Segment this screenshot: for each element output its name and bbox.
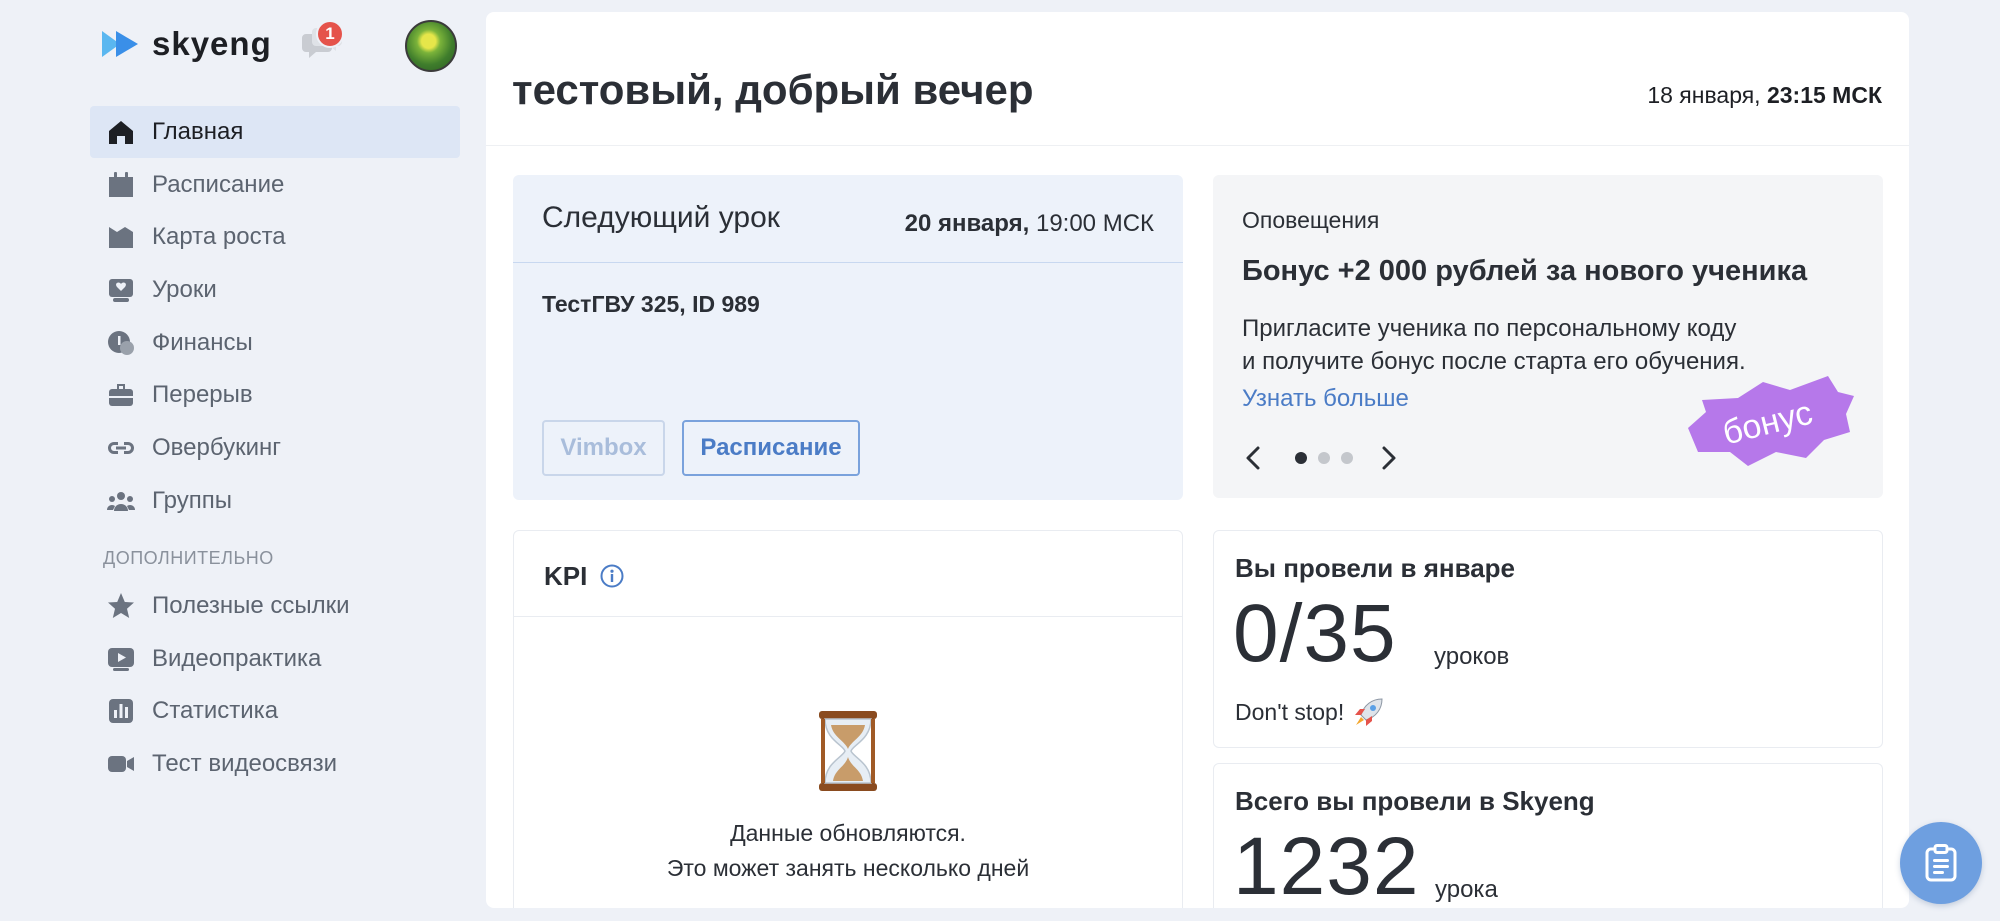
schedule-button[interactable]: Расписание (682, 420, 860, 476)
notification-title: Бонус +2 000 рублей за нового ученика (1242, 255, 1808, 287)
bonus-sticker-icon: бонус (1688, 376, 1854, 466)
sidebar-item-schedule[interactable]: Расписание (90, 159, 460, 211)
sidebar-item-useful-links[interactable]: Полезные ссылки (90, 580, 460, 632)
sidebar-item-overbooking[interactable]: Овербукинг (90, 422, 460, 474)
main-nav: Главная Расписание Карта роста Уроки Фин… (90, 106, 460, 528)
growth-map-icon (106, 222, 136, 252)
kpi-message-line: Это может занять несколько дней (666, 855, 1030, 881)
extra-nav: Полезные ссылки Видеопрактика Статистика… (90, 580, 460, 791)
logo-mark-icon (102, 31, 138, 57)
coins-icon (106, 328, 136, 358)
page-title: тестовый, добрый вечер (512, 66, 1034, 113)
notifications-label: Оповещения (1242, 207, 1380, 233)
sidebar-item-statistics[interactable]: Статистика (90, 685, 460, 737)
sidebar: skyeng 1 Главная Расписание Карта роста (0, 0, 470, 921)
info-icon[interactable] (599, 563, 625, 589)
logo-text: skyeng (152, 25, 272, 62)
header-divider (486, 145, 1909, 146)
sidebar-item-label: Группы (152, 486, 232, 514)
home-icon (106, 117, 136, 147)
monthly-lessons-title: Вы провели в январе (1235, 553, 1516, 583)
kpi-header: KPI (514, 531, 1182, 617)
total-lessons-value: 1232 (1233, 821, 1420, 908)
sidebar-item-growth-map[interactable]: Карта роста (90, 211, 460, 263)
next-lesson-header: Следующий урок 20 января, 19:00 МСК (513, 175, 1183, 263)
next-lesson-date: 20 января, (904, 210, 1030, 237)
sidebar-item-label: Финансы (152, 328, 253, 356)
kpi-card: KPI Данные обновляются. Это может занять… (513, 530, 1183, 908)
camera-icon (106, 749, 136, 779)
sidebar-item-lessons[interactable]: Уроки (90, 264, 460, 316)
sidebar-item-label: Овербукинг (152, 434, 281, 462)
motivation-text: Don't stop! (1235, 695, 1386, 729)
carousel-prev-icon[interactable] (1239, 443, 1269, 473)
next-lesson-title: Следующий урок (542, 201, 780, 234)
notification-text-line: Пригласите ученика по персональному коду (1242, 315, 1737, 342)
sidebar-item-groups[interactable]: Группы (90, 475, 460, 527)
notifications-card: Оповещения Бонус +2 000 рублей за нового… (1213, 175, 1883, 498)
rocket-icon (1355, 698, 1383, 726)
monthly-lessons-card: Вы провели в январе 0/35 уроков Don't st… (1213, 530, 1883, 748)
kpi-title: KPI (544, 561, 588, 591)
sidebar-item-label: Статистика (152, 697, 279, 725)
carousel-next-icon[interactable] (1373, 443, 1403, 473)
current-date: 18 января, (1647, 82, 1761, 108)
video-play-icon (106, 644, 136, 674)
lessons-icon (106, 275, 136, 305)
calendar-icon (106, 170, 136, 200)
carousel-dot[interactable] (1295, 452, 1307, 464)
total-lessons-title: Всего вы провели в Skyeng (1235, 786, 1595, 816)
sidebar-item-video-test[interactable]: Тест видеосвязи (90, 738, 460, 790)
carousel-dots (1295, 452, 1353, 464)
notification-badge: 1 (316, 20, 344, 48)
kpi-message: Данные обновляются. Это может занять нес… (514, 816, 1182, 886)
current-datetime: 18 января, 23:15 МСК (1647, 82, 1882, 109)
total-lessons-card: Всего вы провели в Skyeng 1232 урока (1213, 763, 1883, 908)
sidebar-item-home[interactable]: Главная (90, 106, 460, 158)
sidebar-item-label: Видеопрактика (152, 644, 322, 672)
statistics-icon (106, 696, 136, 726)
section-label-extra: ДОПОЛНИТЕЛЬНО (103, 548, 274, 568)
skyeng-logo[interactable]: skyeng (102, 24, 272, 64)
learn-more-link[interactable]: Узнать больше (1242, 385, 1409, 413)
hourglass-icon (819, 711, 877, 791)
next-lesson-card: Следующий урок 20 января, 19:00 МСК Тест… (513, 175, 1183, 500)
feedback-button[interactable] (1900, 822, 1982, 904)
clipboard-icon (1925, 844, 1957, 882)
sidebar-item-break[interactable]: Перерыв (90, 369, 460, 421)
avatar[interactable] (405, 20, 457, 72)
sidebar-item-label: Тест видеосвязи (152, 750, 338, 778)
sidebar-item-finance[interactable]: Финансы (90, 317, 460, 369)
next-lesson-datetime: 20 января, 19:00 МСК (905, 210, 1154, 238)
motivation-label: Don't stop! (1235, 698, 1345, 725)
sidebar-item-label: Главная (152, 118, 244, 145)
sidebar-item-label: Уроки (152, 276, 217, 304)
main-panel: тестовый, добрый вечер 18 января, 23:15 … (486, 12, 1909, 908)
monthly-lessons-value: 0/35 (1233, 588, 1397, 679)
total-lessons-unit: урока (1435, 876, 1498, 903)
monthly-lessons-unit: уроков (1434, 643, 1510, 670)
current-time: 23:15 МСК (1766, 82, 1882, 108)
sidebar-item-label: Карта роста (152, 223, 286, 251)
next-lesson-time: 19:00 МСК (1035, 210, 1154, 237)
group-icon (106, 486, 136, 516)
carousel-dot[interactable] (1318, 452, 1330, 464)
sidebar-item-label: Перерыв (152, 381, 253, 409)
suitcase-icon (106, 380, 136, 410)
sidebar-item-label: Полезные ссылки (152, 592, 350, 619)
link-icon (106, 433, 136, 463)
kpi-message-line: Данные обновляются. (730, 820, 966, 846)
next-lesson-student: ТестГВУ 325, ID 989 (542, 291, 760, 317)
notification-text: Пригласите ученика по персональному коду… (1242, 312, 1802, 378)
star-icon (106, 591, 136, 621)
carousel-dot[interactable] (1341, 452, 1353, 464)
sidebar-item-label: Расписание (152, 170, 285, 198)
vimbox-button[interactable]: Vimbox (542, 420, 665, 476)
sidebar-item-video-practice[interactable]: Видеопрактика (90, 633, 460, 685)
